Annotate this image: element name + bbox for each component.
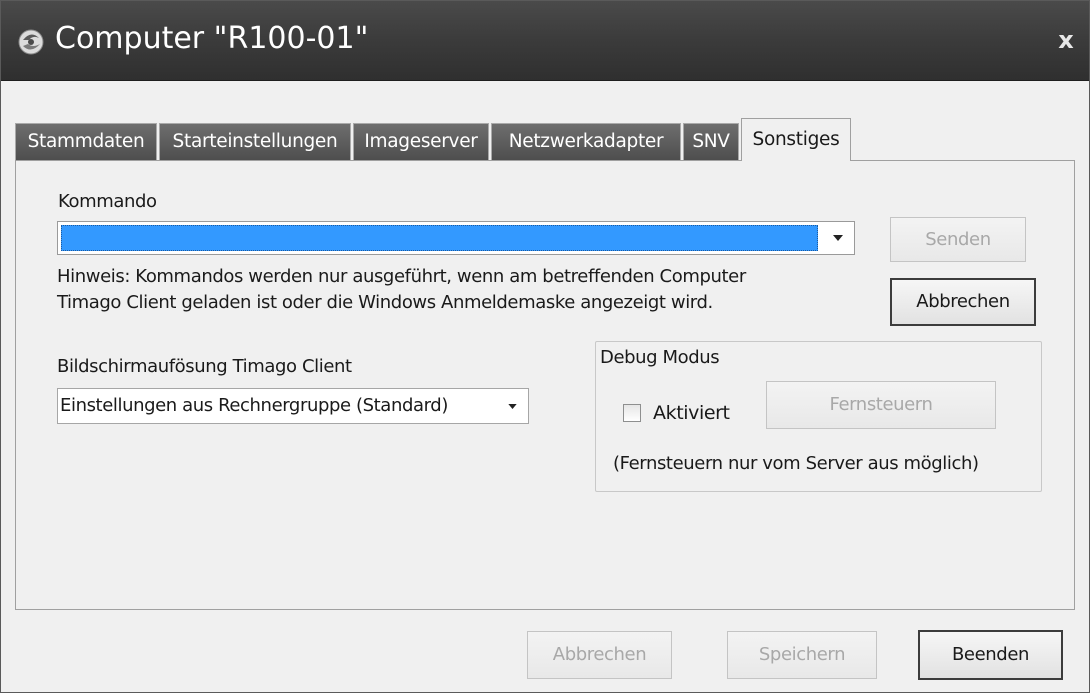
- close-dialog-button[interactable]: Beenden: [918, 630, 1063, 680]
- tab-snv[interactable]: SNV: [683, 123, 739, 161]
- command-dropdown[interactable]: [57, 221, 855, 255]
- footer-cancel-button[interactable]: Abbrechen: [527, 631, 672, 679]
- resolution-dropdown[interactable]: Einstellungen aus Rechnergruppe (Standar…: [57, 388, 529, 424]
- remote-control-button[interactable]: Fernsteuern: [766, 381, 996, 429]
- resolution-label: Bildschirmaufösung Timago Client: [57, 356, 352, 377]
- tab-sonstiges[interactable]: Sonstiges: [741, 118, 851, 161]
- command-label: Kommando: [58, 191, 157, 212]
- app-logo-icon: [18, 29, 44, 55]
- tab-starteinstellungen[interactable]: Starteinstellungen: [159, 123, 351, 161]
- debug-group-label: Debug Modus: [600, 347, 720, 368]
- close-button[interactable]: x: [1051, 25, 1081, 55]
- title-bar[interactable]: Computer "R100-01" x: [1, 1, 1089, 81]
- send-button[interactable]: Senden: [890, 217, 1026, 262]
- dialog-window: Computer "R100-01" x Stammdaten Startein…: [0, 0, 1090, 693]
- window-title: Computer "R100-01": [55, 21, 369, 56]
- chevron-down-icon[interactable]: [508, 404, 517, 409]
- remote-control-note: (Fernsteuern nur vom Server aus möglich): [613, 453, 979, 474]
- command-cancel-button[interactable]: Abbrechen: [890, 278, 1036, 326]
- command-hint-line1: Hinweis: Kommandos werden nur ausgeführt…: [57, 266, 746, 287]
- command-hint-line2: Timago Client geladen ist oder die Windo…: [57, 292, 713, 313]
- tab-imageserver[interactable]: Imageserver: [353, 123, 489, 161]
- tab-netzwerkadapter[interactable]: Netzwerkadapter: [491, 123, 681, 161]
- debug-activated-label[interactable]: Aktiviert: [653, 402, 730, 424]
- save-button[interactable]: Speichern: [727, 631, 877, 679]
- tab-stammdaten[interactable]: Stammdaten: [15, 123, 157, 161]
- resolution-value: Einstellungen aus Rechnergruppe (Standar…: [60, 395, 448, 416]
- close-icon: x: [1058, 26, 1074, 54]
- debug-activated-checkbox[interactable]: [623, 404, 641, 422]
- chevron-down-icon[interactable]: [833, 235, 843, 241]
- command-selection: [61, 225, 818, 251]
